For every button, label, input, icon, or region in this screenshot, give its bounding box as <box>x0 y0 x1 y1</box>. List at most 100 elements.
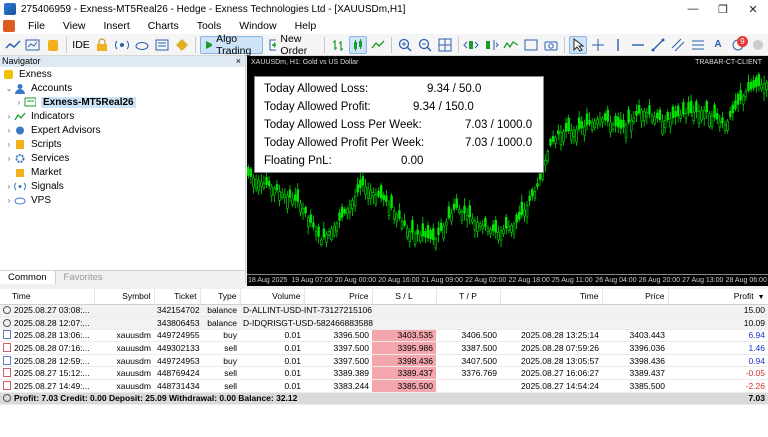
cell-type: sell <box>200 379 240 393</box>
nav-item-services[interactable]: › Services <box>0 151 245 165</box>
algo-trading-button[interactable]: Algo Trading <box>200 33 263 57</box>
menu-insert[interactable]: Insert <box>95 20 139 32</box>
table-row[interactable]: 2025.08.28 12:59:... xauusdm 449724953 b… <box>0 354 768 368</box>
chart-type-icon[interactable] <box>4 36 22 54</box>
chevron-right-icon[interactable]: › <box>14 98 24 107</box>
cell-volume: 0.01 <box>240 341 304 355</box>
ide-button[interactable]: IDE <box>71 36 92 54</box>
chevron-right-icon[interactable]: › <box>4 112 14 121</box>
minimize-icon[interactable]: — <box>678 3 708 15</box>
text-tool-icon[interactable]: A <box>709 36 727 54</box>
cloud-icon[interactable] <box>133 36 151 54</box>
market-icon[interactable] <box>44 36 62 54</box>
nav-item-signals[interactable]: › Signals <box>0 179 245 193</box>
menu-window[interactable]: Window <box>230 20 285 32</box>
nav-item-exness[interactable]: Exness <box>0 67 245 81</box>
indicators-icon[interactable] <box>502 36 520 54</box>
horizontal-line-icon[interactable] <box>629 36 647 54</box>
notifications-icon[interactable] <box>749 36 767 54</box>
column-header-close-time[interactable]: Time <box>500 289 603 305</box>
table-row[interactable]: 2025.08.28 12:07:... 343806453 balance D… <box>0 316 768 330</box>
chevron-right-icon[interactable]: › <box>4 196 14 205</box>
chevron-right-icon[interactable]: › <box>4 154 14 163</box>
column-header-symbol[interactable]: Symbol <box>94 289 155 305</box>
tab-favorites[interactable]: Favorites <box>56 271 111 284</box>
cell-symbol <box>94 316 154 330</box>
candle-body <box>601 118 604 123</box>
menu-file[interactable]: File <box>19 20 54 32</box>
chart-shift-icon[interactable] <box>482 36 500 54</box>
cell-close-price: 3389.437 <box>602 366 668 381</box>
tile-windows-icon[interactable] <box>436 36 454 54</box>
table-row[interactable]: 2025.08.27 14:49:... xauusdm 448731434 s… <box>0 379 768 393</box>
table-row[interactable]: 2025.08.28 07:16:... xauusdm 449302133 s… <box>0 341 768 355</box>
nav-item-account-exness-mt5real26[interactable]: › Exness-MT5Real26 <box>0 95 245 109</box>
column-header-volume[interactable]: Volume <box>240 289 305 305</box>
channel-icon[interactable] <box>669 36 687 54</box>
column-header-stop-loss[interactable]: S / L <box>372 289 437 305</box>
candle-body <box>590 121 594 131</box>
candle-body <box>518 211 521 220</box>
menu-view[interactable]: View <box>54 20 95 32</box>
candlestick-icon[interactable] <box>348 35 367 54</box>
chevron-right-icon[interactable]: › <box>4 140 14 149</box>
column-header-ticket[interactable]: Ticket <box>154 289 201 305</box>
candle-body <box>366 188 370 199</box>
column-header-take-profit[interactable]: T / P <box>436 289 501 305</box>
table-row[interactable]: 2025.08.27 15:12:... xauusdm 448769424 s… <box>0 366 768 381</box>
candle-body <box>372 192 375 197</box>
candle-body <box>280 192 284 198</box>
nav-item-market[interactable]: Market <box>0 165 245 179</box>
navigator-close-icon[interactable]: × <box>236 56 245 67</box>
nav-item-indicators[interactable]: › Indicators <box>0 109 245 123</box>
chevron-right-icon[interactable]: › <box>4 126 14 135</box>
close-icon[interactable]: ✕ <box>738 3 768 16</box>
candle-body <box>267 180 271 187</box>
candle-body <box>356 184 359 193</box>
crosshair-icon[interactable] <box>589 36 607 54</box>
lock-icon[interactable] <box>93 36 111 54</box>
candle-body <box>340 206 344 218</box>
tab-common[interactable]: Common <box>0 271 56 284</box>
vertical-line-icon[interactable] <box>609 36 627 54</box>
line-chart-icon[interactable] <box>369 36 387 54</box>
templates-icon[interactable] <box>522 36 540 54</box>
nav-item-accounts[interactable]: ⌄ Accounts <box>0 81 245 95</box>
maximize-icon[interactable]: ❐ <box>708 3 738 16</box>
fibonacci-icon[interactable] <box>689 36 707 54</box>
nav-item-scripts[interactable]: › Scripts <box>0 137 245 151</box>
menu-tools[interactable]: Tools <box>188 20 231 32</box>
strategy-tester-icon[interactable] <box>173 36 191 54</box>
candle-body <box>426 225 430 239</box>
cell-ticket: 449724953 <box>154 354 200 368</box>
screenshot-icon[interactable] <box>542 36 560 54</box>
zoom-in-icon[interactable] <box>396 36 414 54</box>
chevron-down-icon[interactable]: ⌄ <box>4 84 14 93</box>
menu-charts[interactable]: Charts <box>139 20 188 32</box>
nav-item-expert-advisors[interactable]: › Expert Advisors <box>0 123 245 137</box>
bar-chart-icon[interactable] <box>329 36 347 54</box>
zoom-out-icon[interactable] <box>416 36 434 54</box>
new-chart-icon[interactable] <box>24 36 42 54</box>
column-header-close-price[interactable]: Price <box>602 289 669 305</box>
navigator-panel: Navigator × Exness ⌄ Accounts › Exness-M… <box>0 56 246 284</box>
child-window-icon[interactable] <box>3 20 15 32</box>
auto-scroll-icon[interactable] <box>462 36 480 54</box>
column-header-price[interactable]: Price <box>304 289 373 305</box>
cursor-icon[interactable] <box>568 35 587 54</box>
column-header-type[interactable]: Type <box>200 289 241 305</box>
nav-item-vps[interactable]: › VPS <box>0 193 245 207</box>
news-icon[interactable] <box>153 36 171 54</box>
signal-icon[interactable] <box>113 36 131 54</box>
new-order-button[interactable]: New Order <box>265 33 320 57</box>
column-header-profit[interactable]: Profit ▼ <box>668 289 768 305</box>
table-row[interactable]: 2025.08.27 03:08:... 342154702 balance D… <box>0 304 768 318</box>
menu-help[interactable]: Help <box>286 20 326 32</box>
column-header-time[interactable]: Time <box>0 289 95 305</box>
table-row[interactable]: 2025.08.28 13:06:... xauusdm 449724955 b… <box>0 329 768 343</box>
notifications-badge[interactable]: 9 <box>737 36 748 47</box>
candle-body <box>299 203 302 213</box>
price-chart[interactable]: XAUUSDm, H1: Gold vs US Dollar TRABAR-CT… <box>247 56 768 286</box>
chevron-right-icon[interactable]: › <box>4 182 14 191</box>
trendline-icon[interactable] <box>649 36 667 54</box>
